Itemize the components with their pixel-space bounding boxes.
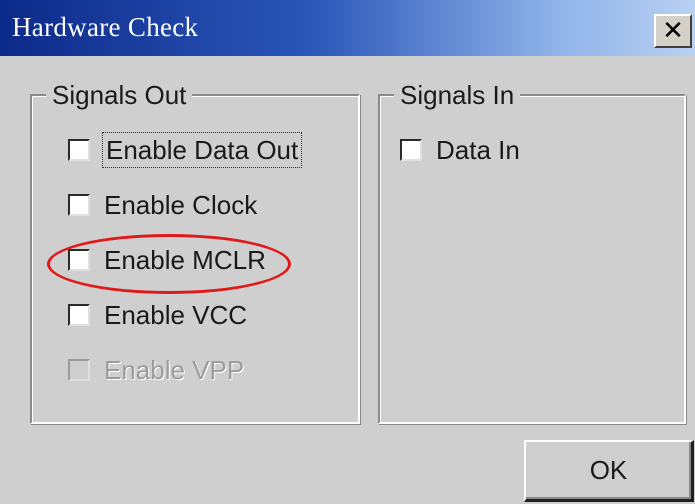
checkbox-box bbox=[68, 359, 90, 381]
enable-vcc-checkbox[interactable]: Enable VCC bbox=[68, 297, 247, 333]
checkbox-box[interactable] bbox=[68, 304, 90, 326]
checkbox-box[interactable] bbox=[68, 139, 90, 161]
checkbox-label: Enable Data Out bbox=[101, 132, 303, 168]
close-button[interactable]: ✕ bbox=[654, 14, 692, 48]
close-icon: ✕ bbox=[662, 16, 684, 46]
title-bar[interactable]: Hardware Check ✕ bbox=[0, 0, 695, 56]
ok-button[interactable]: OK bbox=[524, 440, 694, 502]
signals-out-legend: Signals Out bbox=[46, 78, 193, 112]
checkbox-label: Enable VCC bbox=[104, 300, 248, 330]
checkbox-box[interactable] bbox=[68, 194, 90, 216]
hardware-check-dialog: Hardware Check ✕ Signals Out Enable Data… bbox=[0, 0, 695, 504]
signals-in-legend: Signals In bbox=[394, 78, 521, 112]
data-in-checkbox[interactable]: Data In bbox=[400, 132, 520, 168]
window-title: Hardware Check bbox=[12, 12, 199, 42]
signals-in-group: Signals In Data In bbox=[378, 78, 686, 424]
checkbox-label: Enable VPP bbox=[104, 355, 245, 385]
checkbox-label: Data In bbox=[436, 135, 520, 165]
enable-vpp-checkbox: Enable VPP bbox=[68, 352, 244, 388]
checkbox-box[interactable] bbox=[400, 139, 422, 161]
enable-clock-checkbox[interactable]: Enable Clock bbox=[68, 187, 257, 223]
red-highlight-annotation bbox=[47, 234, 291, 294]
enable-data-out-checkbox[interactable]: Enable Data Out bbox=[68, 132, 303, 168]
checkbox-label: Enable Clock bbox=[104, 190, 258, 220]
